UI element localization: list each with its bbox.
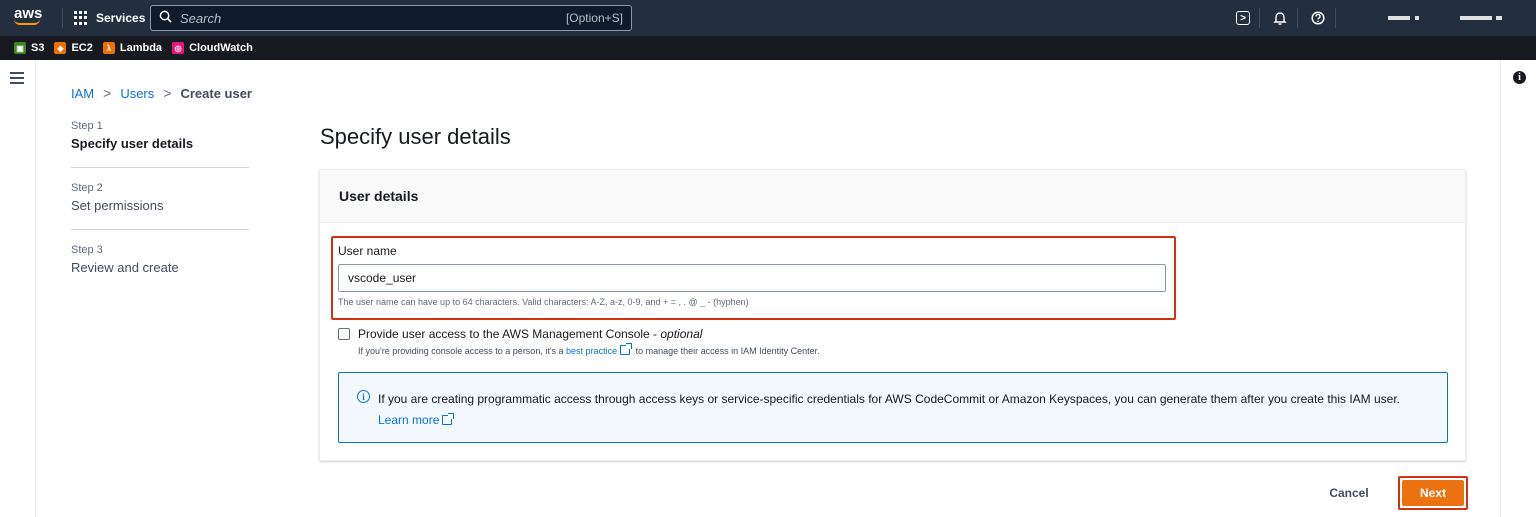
step-title: Review and create — [71, 260, 179, 275]
side-navigation-toggle-strip — [0, 60, 36, 517]
console-access-label-text: Provide user access to the AWS Managemen… — [358, 327, 661, 341]
best-practice-link[interactable]: best practice — [566, 346, 617, 356]
redacted-region — [1415, 16, 1419, 20]
breadcrumb: IAM > Users > Create user — [71, 85, 252, 101]
top-navigation: aws Services [Option+S] > — [0, 0, 1536, 36]
alert-message: If you are creating programmatic access … — [378, 392, 1401, 406]
user-name-hint: The user name can have up to 64 characte… — [338, 297, 749, 307]
cancel-button[interactable]: Cancel — [1321, 478, 1377, 508]
favorite-s3[interactable]: ▣ S3 — [14, 42, 44, 54]
user-name-input[interactable] — [338, 264, 1166, 292]
info-circle-icon: i — [357, 390, 370, 403]
nav-divider — [1259, 8, 1260, 28]
info-alert: i If you are creating programmatic acces… — [338, 372, 1448, 443]
optional-tag: optional — [660, 327, 703, 341]
console-desc-prefix: If you're providing console access to a … — [358, 346, 567, 356]
nav-divider — [1335, 8, 1336, 28]
wizard-step-2[interactable]: Step 2 Set permissions — [71, 182, 249, 230]
nav-divider — [62, 8, 63, 28]
hamburger-menu-icon[interactable] — [10, 72, 24, 84]
breadcrumb-separator-icon: > — [163, 85, 172, 101]
cloudshell-icon[interactable]: > — [1236, 11, 1250, 25]
console-access-option[interactable]: Provide user access to the AWS Managemen… — [338, 327, 702, 341]
redacted-region[interactable] — [1388, 16, 1410, 20]
nav-divider — [1297, 8, 1298, 28]
breadcrumb-link-iam[interactable]: IAM — [71, 86, 94, 101]
next-button[interactable]: Next — [1402, 480, 1464, 506]
favorite-lambda[interactable]: λ Lambda — [102, 42, 163, 54]
alert-text: If you are creating programmatic access … — [378, 389, 1428, 431]
grid-icon — [74, 11, 88, 25]
step-title: Set permissions — [71, 198, 164, 213]
breadcrumb-separator-icon: > — [103, 85, 112, 101]
learn-more-link[interactable]: Learn more — [378, 413, 439, 427]
s3-service-icon: ▣ — [14, 42, 26, 54]
favorite-label: Lambda — [119, 42, 163, 54]
ec2-service-icon: ◈ — [54, 42, 67, 54]
breadcrumb-current: Create user — [180, 85, 252, 101]
aws-logo[interactable]: aws — [14, 5, 48, 29]
favorite-label: CloudWatch — [189, 42, 253, 54]
wizard-step-3[interactable]: Step 3 Review and create — [71, 244, 249, 291]
services-menu-button[interactable]: Services — [74, 7, 145, 29]
step-number: Step 2 — [71, 182, 103, 194]
page-title: Specify user details — [320, 124, 511, 149]
section-title: User details — [320, 170, 1465, 223]
console-access-description: If you're providing console access to a … — [358, 343, 820, 356]
external-link-icon[interactable] — [620, 343, 633, 355]
favorite-label: S3 — [31, 42, 45, 54]
aws-logo-text: aws — [14, 5, 43, 22]
redacted-account — [1496, 16, 1502, 20]
search-shortcut-hint: [Option+S] — [565, 11, 623, 25]
wizard-step-1: Step 1 Specify user details — [71, 120, 249, 168]
help-panel-strip: i — [1500, 60, 1536, 517]
help-icon[interactable] — [1309, 9, 1327, 27]
console-desc-suffix: to manage their access in IAM Identity C… — [633, 346, 820, 356]
wizard-steps: Step 1 Specify user details Step 2 Set p… — [71, 120, 249, 305]
cloudwatch-service-icon: ◎ — [172, 42, 185, 54]
services-label: Services — [96, 11, 146, 25]
favorite-label: EC2 — [71, 42, 93, 54]
redacted-account[interactable] — [1460, 16, 1492, 20]
external-link-icon[interactable] — [442, 413, 455, 425]
bell-icon[interactable] — [1271, 9, 1289, 27]
favorite-cloudwatch[interactable]: ◎ CloudWatch — [172, 42, 253, 54]
user-name-label: User name — [338, 244, 397, 258]
console-access-label: Provide user access to the AWS Managemen… — [358, 327, 702, 341]
step-number: Step 1 — [71, 120, 103, 132]
search-icon — [159, 10, 172, 26]
search-bar[interactable]: [Option+S] — [150, 5, 632, 31]
search-input[interactable] — [180, 10, 566, 26]
info-icon[interactable]: i — [1513, 71, 1526, 84]
step-title: Specify user details — [71, 136, 194, 151]
console-access-checkbox[interactable] — [338, 328, 350, 340]
lambda-service-icon: λ — [102, 42, 115, 54]
step-number: Step 3 — [71, 244, 103, 256]
favorites-bar: ▣ S3 ◈ EC2 λ Lambda ◎ CloudWatch — [0, 36, 1536, 60]
favorite-ec2[interactable]: ◈ EC2 — [54, 42, 93, 54]
breadcrumb-link-users[interactable]: Users — [120, 86, 154, 101]
